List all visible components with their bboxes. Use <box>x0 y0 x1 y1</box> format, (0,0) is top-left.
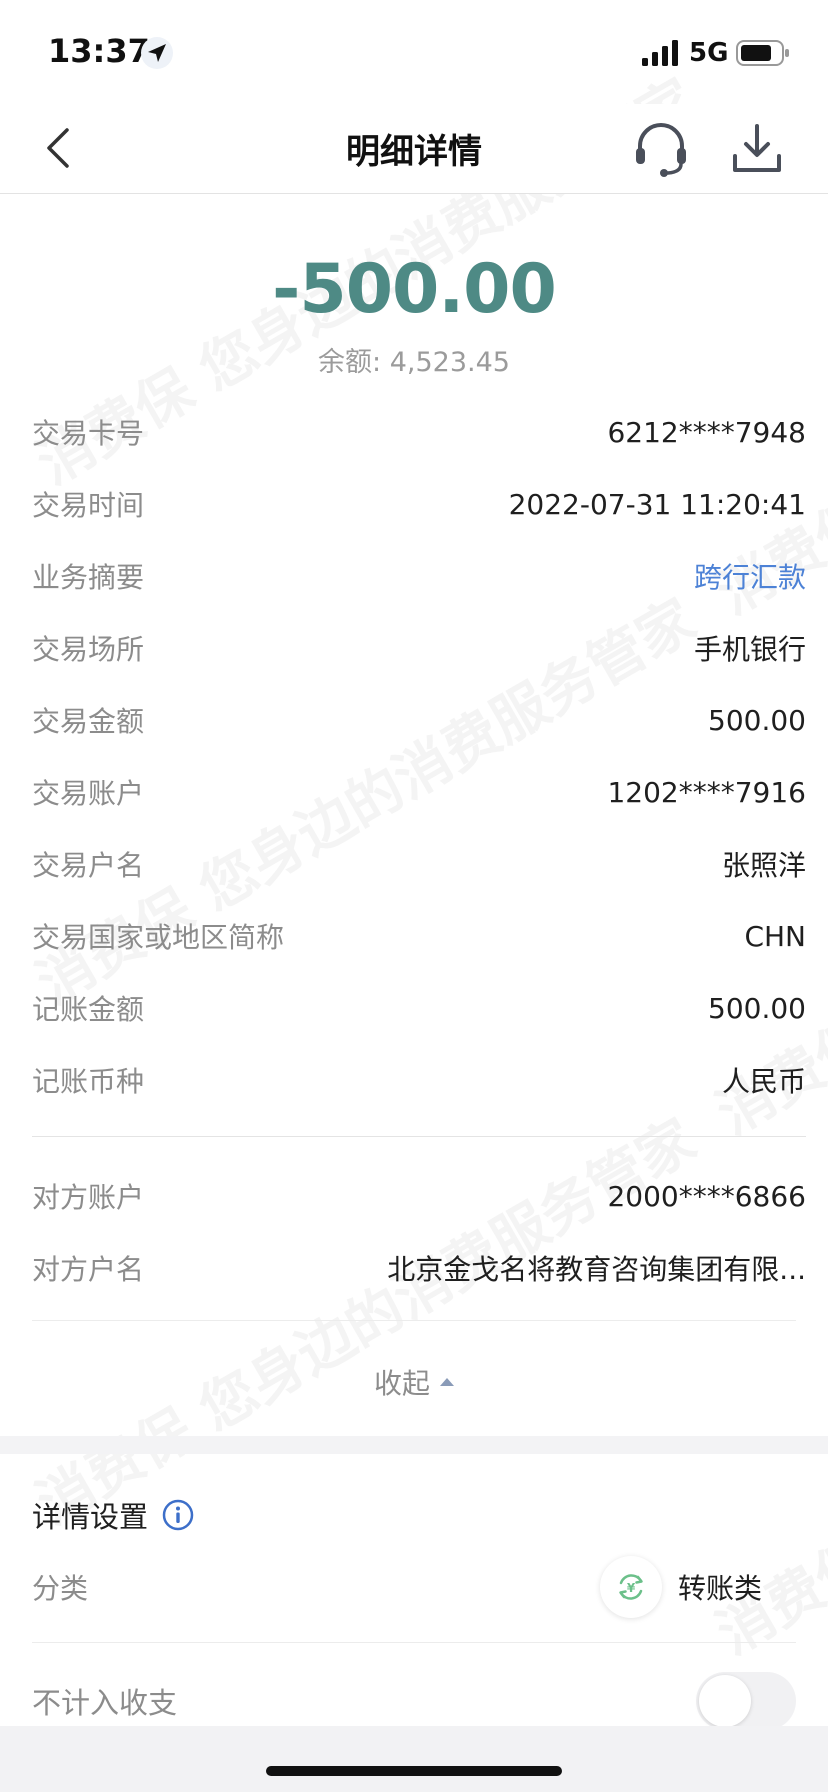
battery-icon <box>736 40 789 66</box>
detail-value: 人民币 <box>721 1065 806 1098</box>
detail-row-card-number: 交易卡号 6212****7948 <box>32 396 806 468</box>
detail-label: 对方户名 <box>32 1253 145 1286</box>
category-label: 分类 <box>32 1572 89 1605</box>
detail-label: 交易时间 <box>32 489 145 522</box>
detail-row-summary: 业务摘要 跨行汇款 <box>32 540 806 612</box>
counterparty-list: 对方账户 2000****6866 对方户名 北京金戈名将教育咨询集团有限... <box>32 1160 806 1304</box>
collapse-label: 收起 <box>373 1367 430 1400</box>
detail-value: 500.00 <box>708 991 806 1025</box>
detail-row-country: 交易国家或地区简称 CHN <box>32 900 806 972</box>
detail-row-place: 交易场所 手机银行 <box>32 612 806 684</box>
detail-value: 2000****6866 <box>607 1179 806 1213</box>
detail-list: 交易卡号 6212****7948 交易时间 2022-07-31 11:20:… <box>32 396 806 1153</box>
detail-value: 手机银行 <box>693 633 806 666</box>
exclude-toggle[interactable] <box>696 1672 796 1730</box>
section-divider <box>32 1136 806 1137</box>
detail-label: 交易金额 <box>32 705 145 738</box>
detail-row-account: 交易账户 1202****7916 <box>32 756 806 828</box>
detail-row-time: 交易时间 2022-07-31 11:20:41 <box>32 468 806 540</box>
detail-row-counterparty-name: 对方户名 北京金戈名将教育咨询集团有限... <box>32 1232 806 1304</box>
detail-row-amount: 交易金额 500.00 <box>32 684 806 756</box>
home-indicator[interactable] <box>266 1766 562 1776</box>
network-label: 5G <box>689 38 729 68</box>
detail-row-posted-amount: 记账金额 500.00 <box>32 972 806 1044</box>
business-summary-link[interactable]: 跨行汇款 <box>694 556 806 596</box>
bottom-bar <box>0 1726 828 1792</box>
headset-icon <box>636 123 686 177</box>
category-row[interactable]: 分类 ¥ 转账类 <box>32 1546 796 1628</box>
detail-label: 记账金额 <box>32 993 145 1026</box>
section-gap <box>0 1436 828 1454</box>
download-icon <box>733 124 781 172</box>
detail-value: 北京金戈名将教育咨询集团有限... <box>387 1253 806 1286</box>
category-value-text: 转账类 <box>677 1572 762 1605</box>
location-arrow-icon <box>141 37 173 69</box>
detail-label: 交易卡号 <box>32 417 145 450</box>
settings-divider <box>32 1642 796 1643</box>
detail-value: 6212****7948 <box>607 415 806 449</box>
detail-label: 业务摘要 <box>32 561 145 594</box>
nav-bar: 明细详情 <box>0 104 828 194</box>
detail-label: 交易场所 <box>32 633 145 666</box>
detail-value: 1202****7916 <box>607 775 806 809</box>
section-divider <box>32 1320 796 1321</box>
detail-value: CHN <box>744 919 806 953</box>
settings-title: 详情设置 <box>32 1494 194 1536</box>
detail-label: 交易账户 <box>32 777 145 810</box>
detail-label: 交易国家或地区简称 <box>32 921 285 954</box>
collapse-button[interactable]: 收起 <box>0 1362 828 1402</box>
detail-label: 记账币种 <box>32 1065 145 1098</box>
detail-value: 500.00 <box>708 703 806 737</box>
svg-text:¥: ¥ <box>627 1581 636 1595</box>
detail-row-currency: 记账币种 人民币 <box>32 1044 806 1116</box>
customer-service-button[interactable] <box>630 118 692 180</box>
transfer-category-icon: ¥ <box>599 1556 662 1618</box>
detail-label: 对方账户 <box>32 1181 145 1214</box>
detail-row-counterparty-account: 对方账户 2000****6866 <box>32 1160 806 1232</box>
download-button[interactable] <box>726 118 788 180</box>
toggle-knob <box>699 1675 751 1727</box>
status-bar: 13:37 5G <box>0 0 828 104</box>
detail-row-account-name: 交易户名 张照洋 <box>32 828 806 900</box>
detail-label: 交易户名 <box>32 849 145 882</box>
info-icon[interactable] <box>162 1499 194 1531</box>
exclude-label: 不计入收支 <box>32 1686 178 1720</box>
caret-up-icon <box>440 1378 454 1386</box>
page-title: 明细详情 <box>346 132 482 172</box>
transaction-amount: -500.00 <box>272 250 557 329</box>
signal-bars-icon <box>642 40 678 66</box>
status-time: 13:37 <box>48 32 150 70</box>
category-value: ¥ 转账类 <box>599 1556 796 1618</box>
settings-title-text: 详情设置 <box>32 1500 149 1534</box>
detail-value: 张照洋 <box>721 849 806 882</box>
detail-value: 2022-07-31 11:20:41 <box>508 487 806 521</box>
balance-text: 余额: 4,523.45 <box>318 347 510 378</box>
